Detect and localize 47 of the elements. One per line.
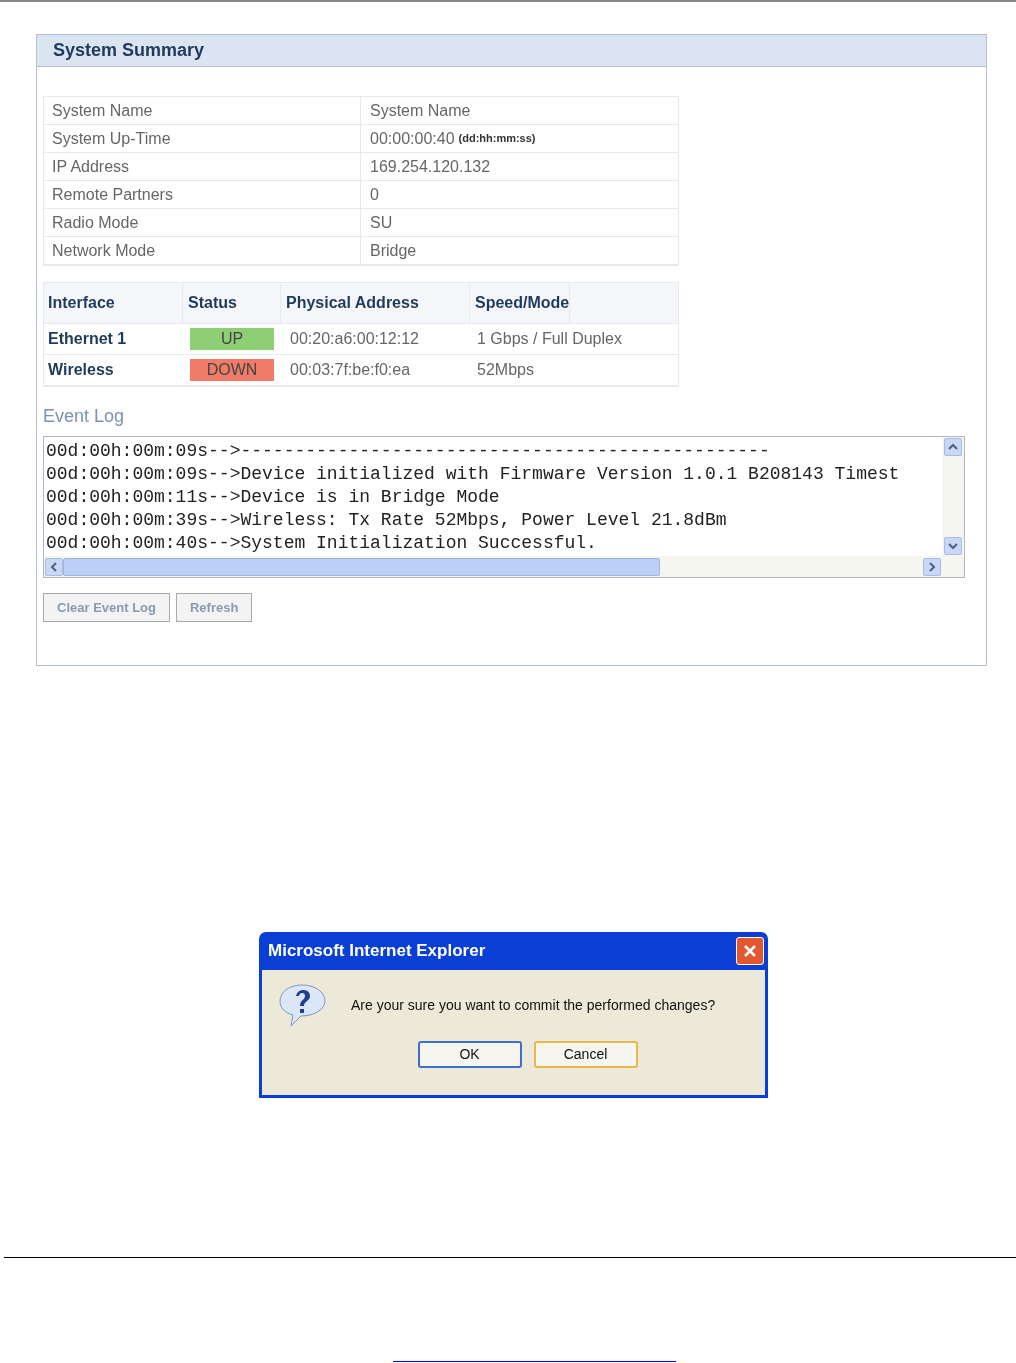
- panel-title: System Summary: [53, 39, 205, 62]
- info-value: 0: [369, 184, 379, 205]
- question-icon: [277, 982, 327, 1028]
- scroll-thumb[interactable]: [63, 557, 660, 576]
- info-label: Remote Partners: [44, 181, 361, 208]
- info-label: System Name: [44, 97, 361, 124]
- speed-mode: 52Mbps: [476, 360, 534, 380]
- log-line: 00d:00h:00m:40s-->System Initialization Successful.: [46, 532, 598, 555]
- info-value: 169.254.120.132: [369, 156, 491, 177]
- info-value: SU: [369, 212, 393, 233]
- info-label: Network Mode: [44, 237, 361, 264]
- status-badge: DOWN: [190, 359, 274, 381]
- vertical-scrollbar[interactable]: [942, 437, 964, 556]
- scroll-up-icon[interactable]: [944, 438, 962, 456]
- log-line: 00d:00h:00m:11s-->Device is in Bridge Mode: [46, 486, 501, 509]
- dialog-title: Microsoft Internet Explorer: [268, 940, 486, 963]
- interface-name: Wireless: [47, 360, 115, 380]
- info-label: Radio Mode: [44, 209, 361, 236]
- info-value: Bridge: [369, 240, 417, 261]
- unit-label: (dd:hh:mm:ss): [458, 131, 536, 147]
- close-button[interactable]: [736, 937, 764, 965]
- info-label: IP Address: [44, 153, 361, 180]
- column-header: Speed/Mode: [470, 283, 571, 323]
- mac-address: 00:03:7f:be:f0:ea: [289, 360, 412, 380]
- scroll-down-icon[interactable]: [944, 537, 962, 555]
- dialog-button[interactable]: OK: [417, 1041, 522, 1068]
- log-line: 00d:00h:00m:39s-->Wireless: Tx Rate 52Mbps, Power Level 21.8dBm: [46, 509, 728, 532]
- section-title: Event Log: [43, 406, 125, 426]
- log-line: 00d:00h:00m:09s-->-------------------------------------------------: [46, 440, 771, 463]
- column-header: Physical Address: [281, 283, 470, 323]
- column-header: Interface: [44, 283, 183, 323]
- event-log-box[interactable]: [43, 436, 965, 578]
- scroll-left-icon[interactable]: [45, 557, 63, 576]
- horizontal-scrollbar[interactable]: [44, 556, 964, 577]
- interface-name: Ethernet 1: [47, 329, 128, 349]
- status-badge: UP: [190, 328, 274, 350]
- column-header: Status: [183, 283, 281, 323]
- info-label: System Up-Time: [44, 125, 361, 152]
- close-icon: [743, 944, 757, 958]
- scroll-right-icon[interactable]: [923, 557, 941, 576]
- dialog-message: Are your sure you want to commit the performed changes?: [351, 995, 716, 1015]
- dialog-button[interactable]: Cancel: [533, 1041, 638, 1068]
- info-value: 00:00:00:40: [369, 128, 455, 149]
- info-value: System Name: [369, 100, 471, 121]
- mac-address: 00:20:a6:00:12:12: [289, 329, 420, 349]
- log-line: 00d:00h:00m:09s-->Device initialized with Firmware Version 1.0.1 B208143 Timest: [46, 463, 901, 486]
- speed-mode: 1 Gbps / Full Duplex: [476, 329, 622, 349]
